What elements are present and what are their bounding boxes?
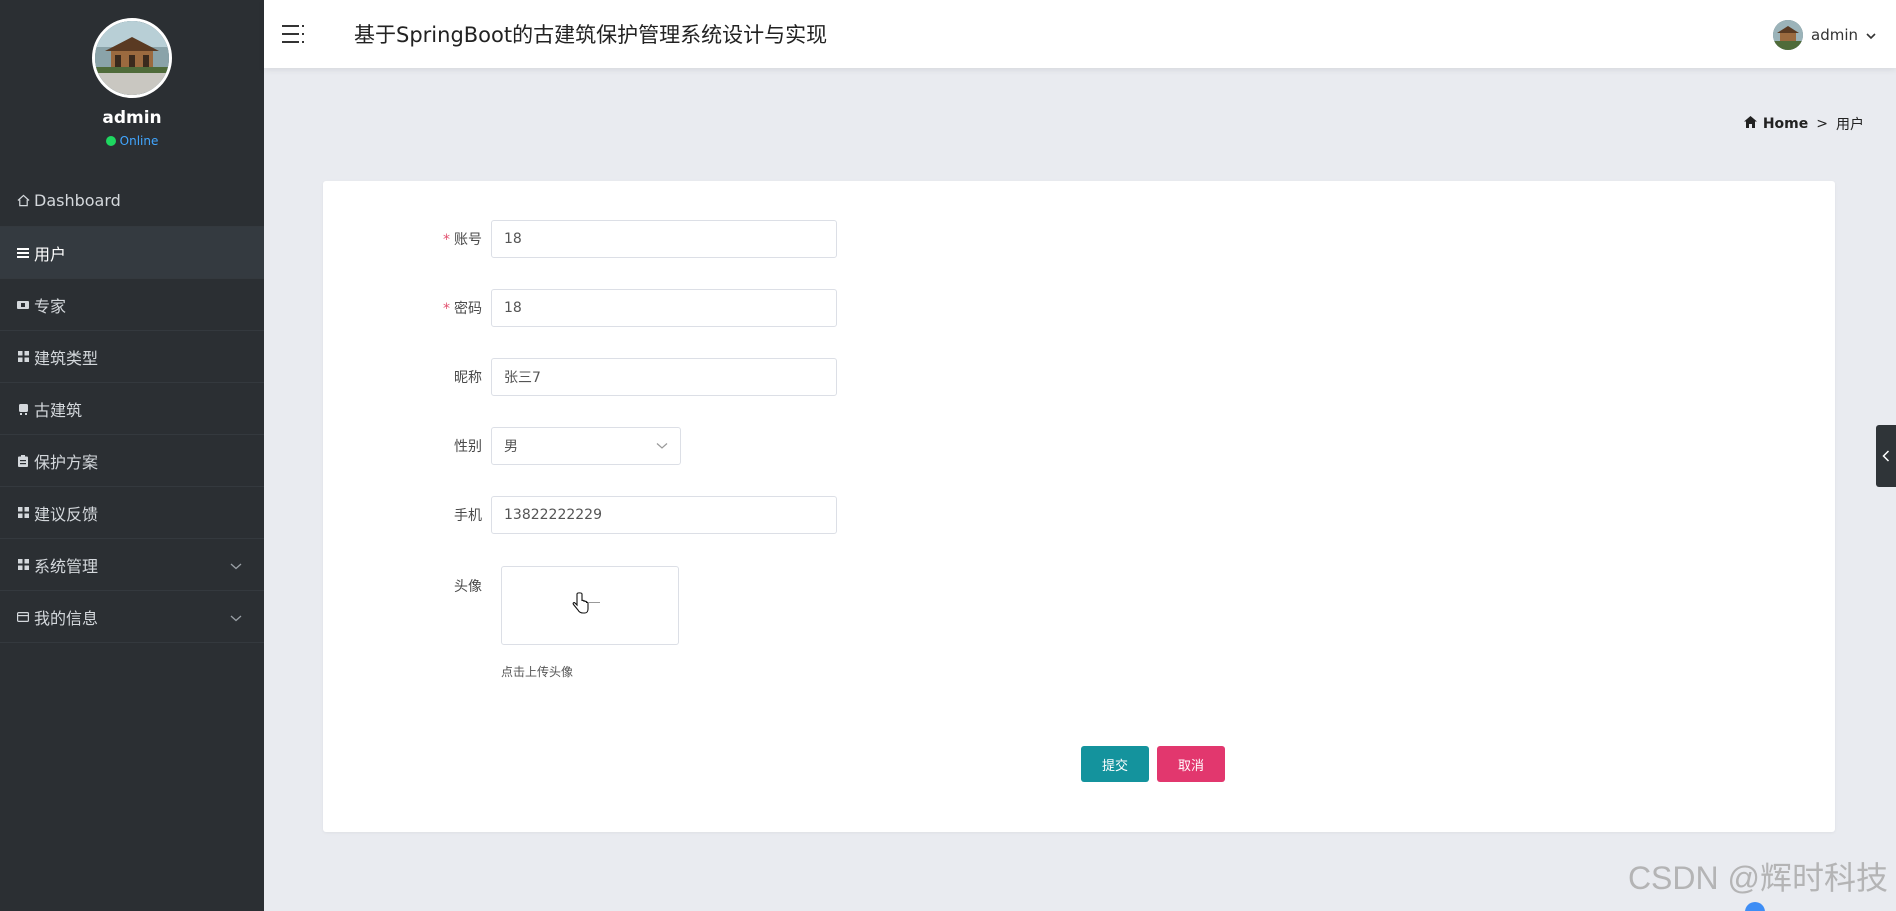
ticket-icon: [14, 296, 32, 314]
menu-toggle-icon[interactable]: [282, 22, 308, 46]
header-avatar: [1773, 20, 1803, 50]
chevron-down-icon: [656, 438, 668, 454]
sidebar-item-label: 古建筑: [34, 400, 83, 420]
clipboard-icon: [14, 452, 32, 470]
phone-input[interactable]: 13822222229: [491, 496, 837, 534]
nickname-label: 昵称: [454, 370, 482, 386]
sidebar-menu: Dashboard 用户 专家 建筑类型 古建筑 保护方案 建议反馈 系统管理 …: [0, 175, 264, 643]
page-title: 基于SpringBoot的古建筑保护管理系统设计与实现: [354, 23, 828, 47]
required-marker: *: [443, 301, 450, 317]
avatar-image: [95, 21, 169, 95]
sidebar-profile: admin Online: [0, 0, 264, 170]
sidebar-item-label: Dashboard: [34, 191, 121, 210]
breadcrumb-home-label: Home: [1762, 116, 1809, 132]
sidebar-item-ancient-buildings[interactable]: 古建筑: [0, 383, 264, 435]
grid-icon: [14, 556, 32, 574]
list-icon: [14, 244, 32, 262]
grid-icon: [14, 348, 32, 366]
sidebar-item-my-info[interactable]: 我的信息: [0, 591, 264, 643]
sidebar-item-label: 系统管理: [34, 556, 99, 576]
nickname-input[interactable]: 张三7: [491, 358, 837, 396]
sidebar-item-dashboard[interactable]: Dashboard: [0, 175, 264, 227]
avatar-upload-box[interactable]: [501, 566, 679, 645]
sidebar-item-label: 用户: [34, 244, 67, 264]
account-label-text: 账号: [454, 232, 482, 248]
chevron-down-icon: [230, 607, 242, 626]
user-avatar[interactable]: [92, 18, 172, 98]
sidebar-item-label: 建议反馈: [34, 504, 99, 524]
sidebar-item-label: 建筑类型: [34, 348, 99, 368]
sidebar-item-label: 专家: [34, 296, 67, 316]
gender-label: 性别: [454, 439, 482, 455]
sidebar-item-users[interactable]: 用户: [0, 227, 264, 279]
form-row-avatar: 头像: [323, 576, 491, 596]
sidebar: admin Online Dashboard 用户 专家 建筑类型 古建筑 保护…: [0, 0, 264, 911]
form-row-gender: 性别 男: [323, 427, 681, 465]
header-username: admin: [1811, 26, 1858, 44]
avatar-label: 头像: [454, 579, 482, 595]
building-icon: [14, 400, 32, 418]
password-label: * 密码: [323, 298, 491, 318]
password-input[interactable]: 18: [491, 289, 837, 327]
user-form-card: * 账号 18 * 密码 18 昵称 张三7 性别 男 手机 13822222229…: [323, 181, 1835, 832]
form-row-nickname: 昵称 张三7: [323, 358, 837, 396]
sidebar-item-protection-plans[interactable]: 保护方案: [0, 435, 264, 487]
csdn-watermark: CSDN @辉时科技: [1627, 860, 1888, 896]
chevron-down-icon: [230, 555, 242, 574]
grid-icon: [14, 504, 32, 522]
home-icon: [1743, 116, 1757, 132]
gender-select[interactable]: 男: [491, 427, 681, 465]
sidebar-username: admin: [102, 108, 162, 128]
chevron-down-icon: [1866, 26, 1876, 44]
side-panel-toggle[interactable]: [1876, 425, 1896, 487]
gender-selected-value: 男: [504, 439, 518, 455]
submit-button[interactable]: 提交: [1081, 746, 1149, 782]
password-label-text: 密码: [454, 301, 482, 317]
sidebar-item-label: 保护方案: [34, 452, 99, 472]
home-icon: [14, 192, 32, 210]
form-row-account: * 账号 18: [323, 220, 837, 258]
chevron-left-icon: [1882, 447, 1890, 466]
user-menu[interactable]: admin: [1773, 20, 1876, 50]
online-status: Online: [105, 134, 159, 148]
account-label: * 账号: [323, 229, 491, 249]
breadcrumb-current: 用户: [1836, 117, 1864, 133]
breadcrumb-separator: >: [1816, 116, 1828, 132]
cancel-button[interactable]: 取消: [1157, 746, 1225, 782]
form-row-phone: 手机 13822222229: [323, 496, 837, 534]
sidebar-item-feedback[interactable]: 建议反馈: [0, 487, 264, 539]
required-marker: *: [443, 232, 450, 248]
sidebar-item-experts[interactable]: 专家: [0, 279, 264, 331]
top-header: 基于SpringBoot的古建筑保护管理系统设计与实现 admin: [264, 0, 1896, 68]
online-status-label: Online: [119, 134, 159, 148]
online-dot-icon: [105, 136, 116, 146]
sidebar-item-label: 我的信息: [34, 608, 99, 628]
sidebar-item-building-types[interactable]: 建筑类型: [0, 331, 264, 383]
breadcrumb: Home > 用户: [1743, 114, 1864, 134]
floating-dot-icon[interactable]: [1745, 902, 1765, 911]
breadcrumb-home[interactable]: Home: [1743, 116, 1809, 132]
sidebar-item-system-management[interactable]: 系统管理: [0, 539, 264, 591]
phone-label: 手机: [454, 508, 482, 524]
hand-pointer-icon: [572, 591, 602, 621]
card-icon: [14, 608, 32, 626]
avatar-upload-tip: 点击上传头像: [501, 665, 574, 679]
form-row-password: * 密码 18: [323, 289, 837, 327]
account-input[interactable]: 18: [491, 220, 837, 258]
